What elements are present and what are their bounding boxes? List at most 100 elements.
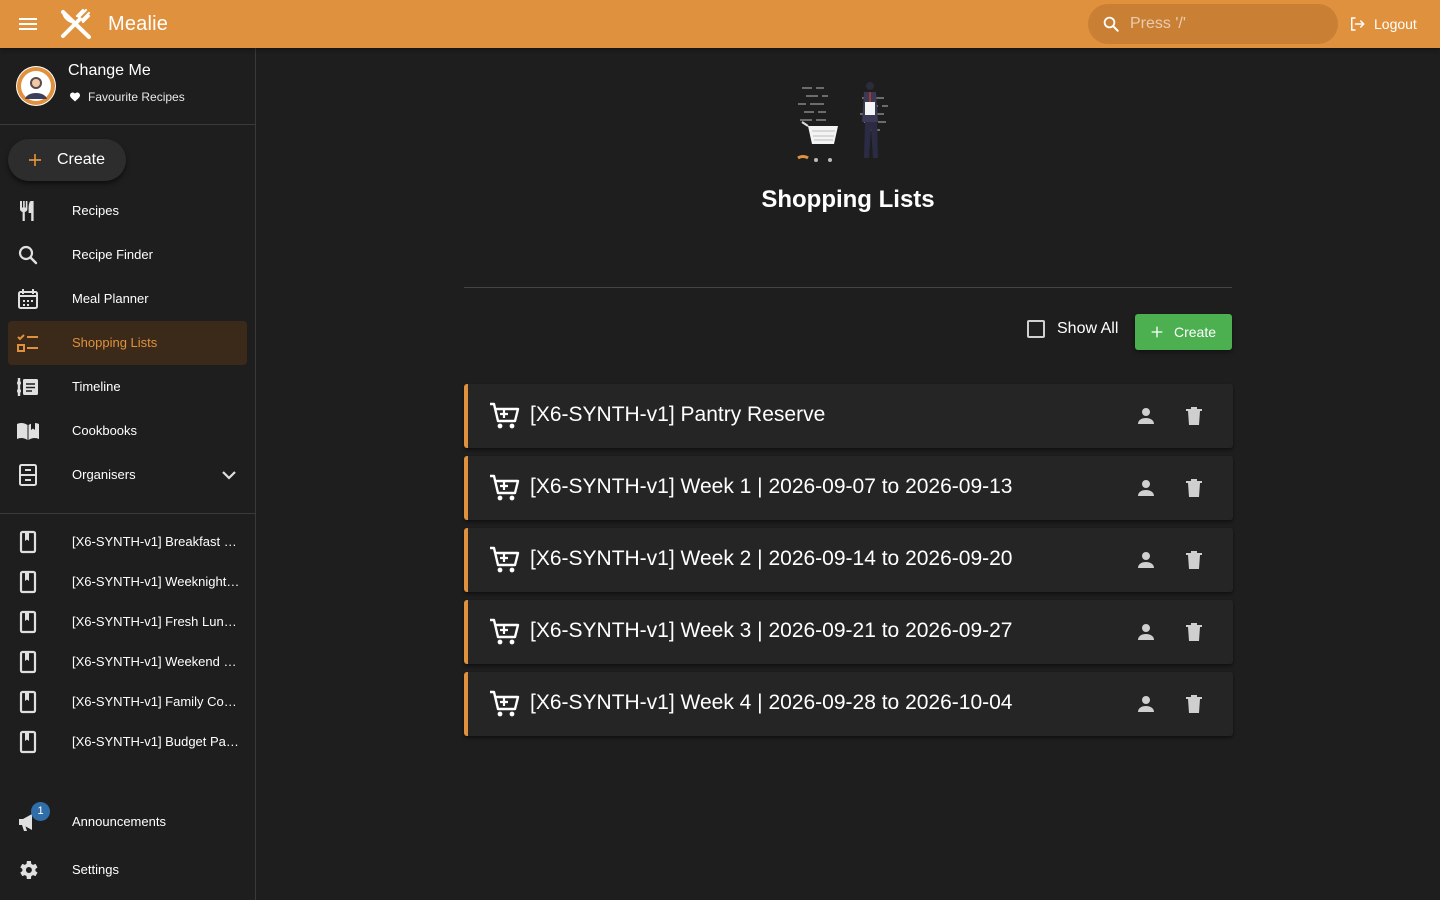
book-open-icon (16, 419, 40, 443)
create-list-label: Create (1174, 324, 1217, 340)
book-icon (16, 650, 40, 674)
sidebar-cookbook-label: [X6-SYNTH-v1] Weekend Baking (72, 654, 242, 669)
sidebar-item-label: Recipes (72, 203, 119, 218)
shopping-list-card[interactable]: [X6-SYNTH-v1] Pantry Reserve (464, 384, 1233, 448)
hamburger-menu-icon[interactable] (16, 12, 40, 36)
app-title[interactable]: Mealie (108, 11, 168, 37)
person-icon[interactable] (1134, 620, 1158, 644)
show-all-label: Show All (1057, 320, 1119, 337)
sidebar-create-button[interactable]: Create (8, 139, 126, 181)
book-icon (16, 730, 40, 754)
shopping-illustration (788, 76, 898, 166)
sidebar-cookbook-item[interactable]: [X6-SYNTH-v1] Budget Pantry (0, 722, 255, 762)
shopping-list-name: [X6-SYNTH-v1] Week 3 | 2026-09-21 to 202… (530, 619, 1013, 642)
sidebar-item-label: Shopping Lists (72, 335, 158, 350)
person-icon[interactable] (1134, 476, 1158, 500)
search-input[interactable] (1130, 4, 1330, 44)
heart-icon (70, 92, 80, 102)
sidebar-item-meal-planner[interactable]: Meal Planner (0, 277, 255, 321)
announcements-badge: 1 (31, 802, 50, 821)
plus-icon (29, 154, 41, 166)
gear-icon (16, 858, 40, 882)
shopping-list-name: [X6-SYNTH-v1] Week 2 | 2026-09-14 to 202… (530, 547, 1013, 570)
logout-button[interactable]: Logout (1348, 12, 1417, 36)
header-divider (464, 287, 1232, 288)
shopping-list-card[interactable]: [X6-SYNTH-v1] Week 2 | 2026-09-14 to 202… (464, 528, 1233, 592)
avatar[interactable] (16, 66, 56, 106)
fork-knife-icon (16, 199, 40, 223)
shopping-list-name: [X6-SYNTH-v1] Week 4 | 2026-09-28 to 202… (530, 691, 1013, 714)
mealie-logo-icon[interactable] (59, 7, 93, 41)
page-title: Shopping Lists (761, 186, 935, 213)
sidebar-item-label: Cookbooks (72, 423, 138, 438)
person-icon[interactable] (1134, 548, 1158, 572)
sidebar-item-recipes[interactable]: Recipes (0, 189, 255, 233)
search-icon (16, 243, 40, 267)
sidebar-item-label: Meal Planner (72, 291, 149, 306)
sidebar-cookbook-item[interactable]: [X6-SYNTH-v1] Breakfast Favourites (0, 522, 255, 562)
shopping-list-name: [X6-SYNTH-v1] Pantry Reserve (530, 403, 826, 426)
shopping-list-list: [X6-SYNTH-v1] Pantry Reserve [X6-SYNTH-v… (464, 384, 1233, 744)
delete-icon[interactable] (1182, 404, 1206, 428)
sidebar-cookbook-label: [X6-SYNTH-v1] Family Comfort Food (72, 694, 242, 709)
chevron-down-icon[interactable] (217, 463, 241, 487)
delete-icon[interactable] (1182, 620, 1206, 644)
shopping-list-card[interactable]: [X6-SYNTH-v1] Week 4 | 2026-09-28 to 202… (464, 672, 1233, 736)
delete-icon[interactable] (1182, 692, 1206, 716)
sidebar-item-label: Settings (72, 862, 119, 877)
sidebar-item-label: Announcements (72, 814, 166, 829)
person-icon[interactable] (1134, 692, 1158, 716)
cart-icon (488, 400, 520, 432)
file-cabinet-icon (16, 463, 40, 487)
sidebar-cookbook-item[interactable]: [X6-SYNTH-v1] Family Comfort Food (0, 682, 255, 722)
search-icon (1102, 15, 1120, 33)
book-icon (16, 690, 40, 714)
logout-label: Logout (1374, 16, 1417, 32)
logout-icon (1348, 15, 1366, 33)
sidebar-create-label: Create (57, 151, 106, 168)
sidebar-item-recipe-finder[interactable]: Recipe Finder (0, 233, 255, 277)
sidebar-item-announcements[interactable]: 1 Announcements (0, 798, 255, 846)
sidebar: Change Me Favourite Recipes Create Recip… (0, 48, 256, 900)
profile-name: Change Me (68, 62, 151, 79)
user-profile: Change Me Favourite Recipes (0, 48, 255, 125)
sidebar-item-label: Organisers (72, 467, 136, 482)
sidebar-item-organisers[interactable]: Organisers (0, 453, 255, 497)
sidebar-divider (0, 513, 255, 514)
shopping-list-card[interactable]: [X6-SYNTH-v1] Week 1 | 2026-09-07 to 202… (464, 456, 1233, 520)
search-box[interactable] (1088, 4, 1338, 44)
sidebar-cookbook-label: [X6-SYNTH-v1] Budget Pantry (72, 734, 242, 749)
favourite-recipes-link[interactable]: Favourite Recipes (69, 90, 185, 104)
sidebar-item-label: Timeline (72, 379, 121, 394)
cookbook-list: [X6-SYNTH-v1] Breakfast Favourites [X6-S… (0, 522, 255, 762)
cart-icon (488, 688, 520, 720)
sidebar-cookbook-item[interactable]: [X6-SYNTH-v1] Fresh Lunches (0, 602, 255, 642)
sidebar-cookbook-label: [X6-SYNTH-v1] Breakfast Favourites (72, 534, 242, 549)
calendar-icon (16, 287, 40, 311)
delete-icon[interactable] (1182, 476, 1206, 500)
show-all-toggle[interactable]: Show All (1027, 320, 1118, 338)
sidebar-item-timeline[interactable]: Timeline (0, 365, 255, 409)
sidebar-bottom-nav: 1 Announcements Settings (0, 798, 255, 894)
timeline-icon (16, 375, 40, 399)
sidebar-item-cookbooks[interactable]: Cookbooks (0, 409, 255, 453)
delete-icon[interactable] (1182, 548, 1206, 572)
sidebar-nav: Recipes Recipe Finder Meal Planner Shopp… (0, 189, 255, 497)
cart-icon (488, 616, 520, 648)
sidebar-item-label: Recipe Finder (72, 247, 153, 262)
show-all-checkbox[interactable] (1027, 320, 1045, 338)
favourite-recipes-label: Favourite Recipes (88, 90, 185, 104)
sidebar-item-shopping-lists[interactable]: Shopping Lists (8, 321, 247, 365)
sidebar-cookbook-item[interactable]: [X6-SYNTH-v1] Weekend Baking (0, 642, 255, 682)
sidebar-cookbook-label: [X6-SYNTH-v1] Weeknight Dinners (72, 574, 242, 589)
sidebar-cookbook-item[interactable]: [X6-SYNTH-v1] Weeknight Dinners (0, 562, 255, 602)
book-icon (16, 570, 40, 594)
person-icon[interactable] (1134, 404, 1158, 428)
sidebar-cookbook-label: [X6-SYNTH-v1] Fresh Lunches (72, 614, 242, 629)
create-list-button[interactable]: Create (1135, 314, 1232, 350)
book-icon (16, 530, 40, 554)
cart-icon (488, 472, 520, 504)
app-bar: Mealie Logout (0, 0, 1440, 48)
shopping-list-card[interactable]: [X6-SYNTH-v1] Week 3 | 2026-09-21 to 202… (464, 600, 1233, 664)
sidebar-item-settings[interactable]: Settings (0, 846, 255, 894)
